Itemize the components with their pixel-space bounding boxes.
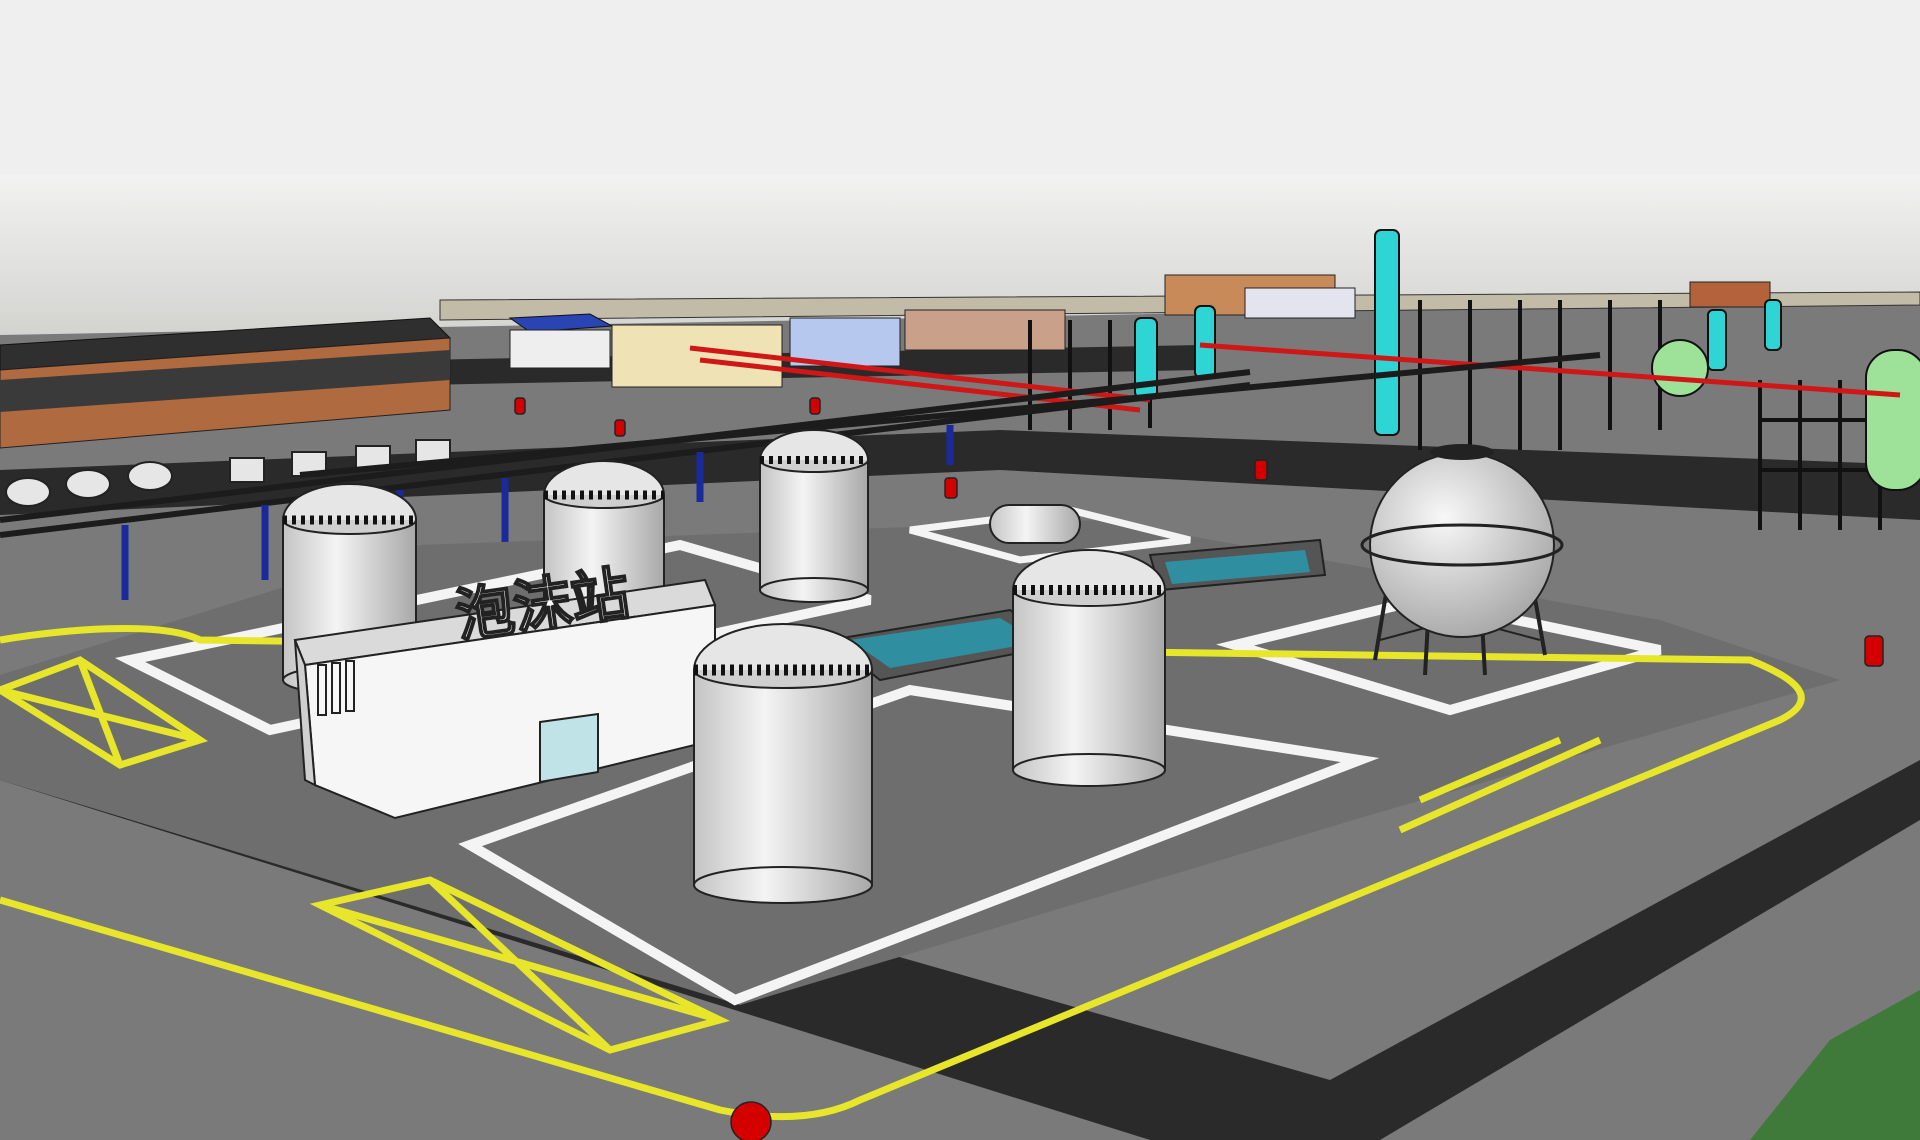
bullet-tank <box>989 504 1081 544</box>
foam-station-door <box>539 712 599 784</box>
blue-roof-building <box>508 313 614 369</box>
far-building-1 <box>904 309 1066 351</box>
storage-tank-front-right <box>1012 549 1166 787</box>
refinery-scene: 泡沫站 <box>0 0 1920 1140</box>
storage-tank-back-right <box>759 429 869 603</box>
model-viewport[interactable]: 泡沫站 <box>0 0 1920 1140</box>
far-building-4 <box>1689 281 1771 308</box>
far-building-3 <box>1244 287 1356 319</box>
storage-tank-front-center <box>693 623 873 904</box>
sky-top-band <box>0 0 1920 175</box>
